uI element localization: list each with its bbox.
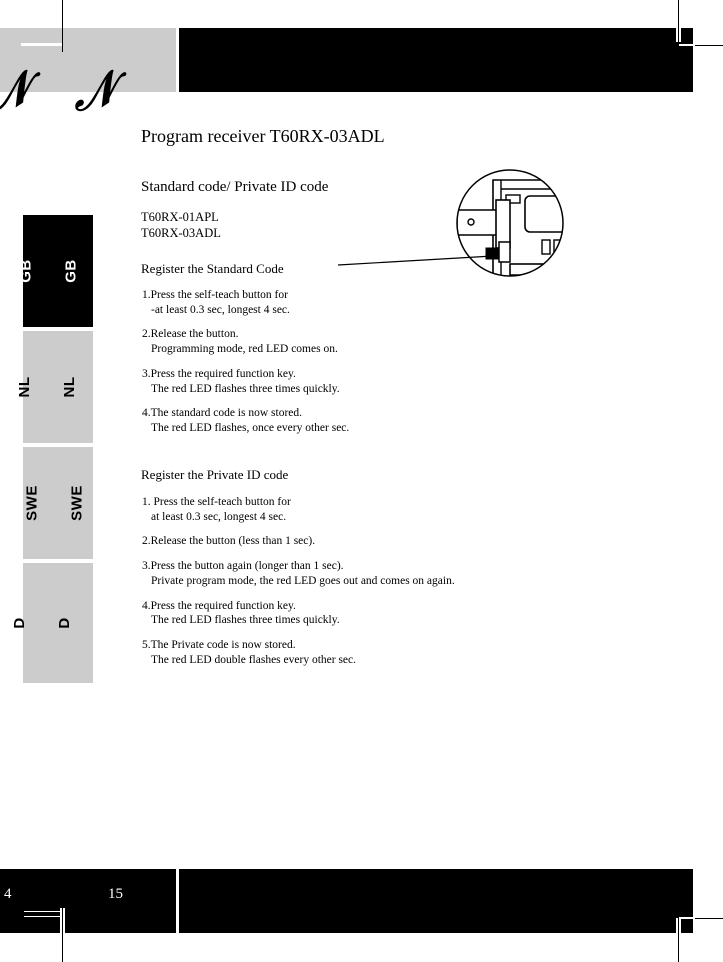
language-tab-swe-label-right: SWE — [68, 485, 86, 521]
private-step-1-line-2: at least 0.3 sec, longest 4 sec. — [151, 510, 287, 523]
language-tab-d-label-left: D — [11, 617, 29, 629]
header-black-bar — [179, 28, 693, 92]
private-step-4-line-2: The red LED flashes three times quickly. — [151, 614, 340, 627]
language-tab-swe[interactable]: SWE SWE — [23, 447, 93, 559]
language-tab-nl[interactable]: NL NL — [16, 331, 93, 443]
connector-hole — [467, 218, 475, 226]
self-teach-button — [485, 247, 500, 260]
language-tab-d[interactable]: D D — [11, 563, 93, 683]
crop-mark-bottom-right-inner — [678, 918, 679, 933]
pin-pad-1 — [541, 239, 551, 255]
footer-registration-rule — [24, 911, 62, 917]
crop-mark-bottom-right-horizontal — [693, 918, 723, 919]
page-title: Program receiver T60RX-03ADL — [141, 126, 385, 146]
standard-step-3: 3.Press the required function key. The r… — [142, 367, 349, 396]
private-step-5-line-2: The red LED double flashes every other s… — [151, 653, 357, 666]
private-step-2-line-1: 2.Release the button (less than 1 sec). — [142, 535, 316, 548]
standard-step-2: 2.Release the button. Programming mode, … — [142, 327, 349, 356]
crop-mark-top-left — [62, 0, 63, 52]
model-number-2: T60RX-03ADL — [141, 225, 221, 240]
header-script-mark-2: 𝒩 — [66, 60, 122, 122]
crop-mark-bottom-left-inner — [62, 908, 63, 933]
language-tab-gb-label-right: GB — [62, 259, 80, 283]
language-tab-nl-label-right: NL — [61, 376, 78, 398]
private-step-3-line-1: 3.Press the button again (longer than 1 … — [142, 560, 344, 573]
standard-code-steps: 1.Press the self-teach button for -at le… — [142, 288, 349, 436]
language-tab-d-label-right: D — [56, 617, 74, 629]
standard-step-4-line-2: The red LED flashes, once every other se… — [151, 422, 350, 435]
footer-black-bar-left — [0, 869, 176, 933]
page-number-left: 4 — [4, 886, 12, 902]
connector-shoulder — [495, 199, 511, 249]
crop-mark-right-horizontal-white — [679, 44, 695, 46]
standard-step-3-line-2: The red LED flashes three times quickly. — [151, 382, 340, 395]
standard-step-4: 4.The standard code is now stored. The r… — [142, 406, 349, 435]
language-tab-gb[interactable]: GB GB — [17, 215, 93, 327]
private-step-1: 1. Press the self-teach button for at le… — [142, 495, 455, 524]
crop-mark-top-right-inner — [678, 28, 679, 42]
standard-step-4-line-1: 4.The standard code is now stored. — [142, 407, 303, 420]
crop-mark-right-horizontal — [693, 45, 723, 46]
standard-step-2-line-1: 2.Release the button. — [142, 328, 239, 341]
private-step-4: 4.Press the required function key. The r… — [142, 599, 455, 628]
private-step-3-line-2: Private program mode, the red LED goes o… — [151, 574, 455, 587]
model-number-list: T60RX-01APL T60RX-03ADL — [141, 210, 221, 241]
private-code-heading: Register the Private ID code — [141, 467, 289, 482]
page-subtitle: Standard code/ Private ID code — [141, 179, 329, 195]
connector-body — [457, 209, 500, 236]
standard-code-heading: Register the Standard Code — [141, 261, 284, 276]
private-step-5-line-1: 5.The Private code is now stored. — [142, 639, 296, 652]
receiver-detail-illustration — [335, 168, 580, 298]
model-number-1: T60RX-01APL — [141, 210, 219, 224]
private-code-steps: 1. Press the self-teach button for at le… — [142, 495, 455, 667]
page-content: Program receiver T60RX-03ADL Standard co… — [141, 126, 561, 666]
private-step-3: 3.Press the button again (longer than 1 … — [142, 559, 455, 588]
language-tab-nl-label-left: NL — [16, 376, 33, 398]
header-script-mark-1: 𝒩 — [0, 60, 36, 122]
header-white-rule — [21, 43, 63, 46]
standard-step-3-line-1: 3.Press the required function key. — [142, 367, 296, 380]
main-chip — [524, 195, 563, 233]
page-number-right: 15 — [108, 886, 123, 902]
footer-black-bar-right — [179, 869, 693, 933]
header-gray-block: 𝒩 𝒩 — [0, 28, 176, 122]
private-step-2: 2.Release the button (less than 1 sec). — [142, 534, 455, 549]
private-step-5: 5.The Private code is now stored. The re… — [142, 638, 455, 667]
standard-step-1-line-2: -at least 0.3 sec, longest 4 sec. — [151, 303, 290, 316]
language-tab-gb-label-left: GB — [17, 259, 35, 283]
button-housing — [498, 241, 511, 263]
standard-step-2-line-2: Programming mode, red LED comes on. — [151, 343, 338, 356]
crop-mark-bottom-right-horizontal-white — [679, 917, 695, 919]
standard-step-1-line-1: 1.Press the self-teach button for — [142, 289, 288, 301]
private-step-4-line-1: 4.Press the required function key. — [142, 599, 296, 612]
private-step-1-line-1: 1. Press the self-teach button for — [142, 496, 291, 508]
language-tab-swe-label-left: SWE — [23, 485, 41, 521]
standard-step-1: 1.Press the self-teach button for -at le… — [142, 288, 349, 317]
